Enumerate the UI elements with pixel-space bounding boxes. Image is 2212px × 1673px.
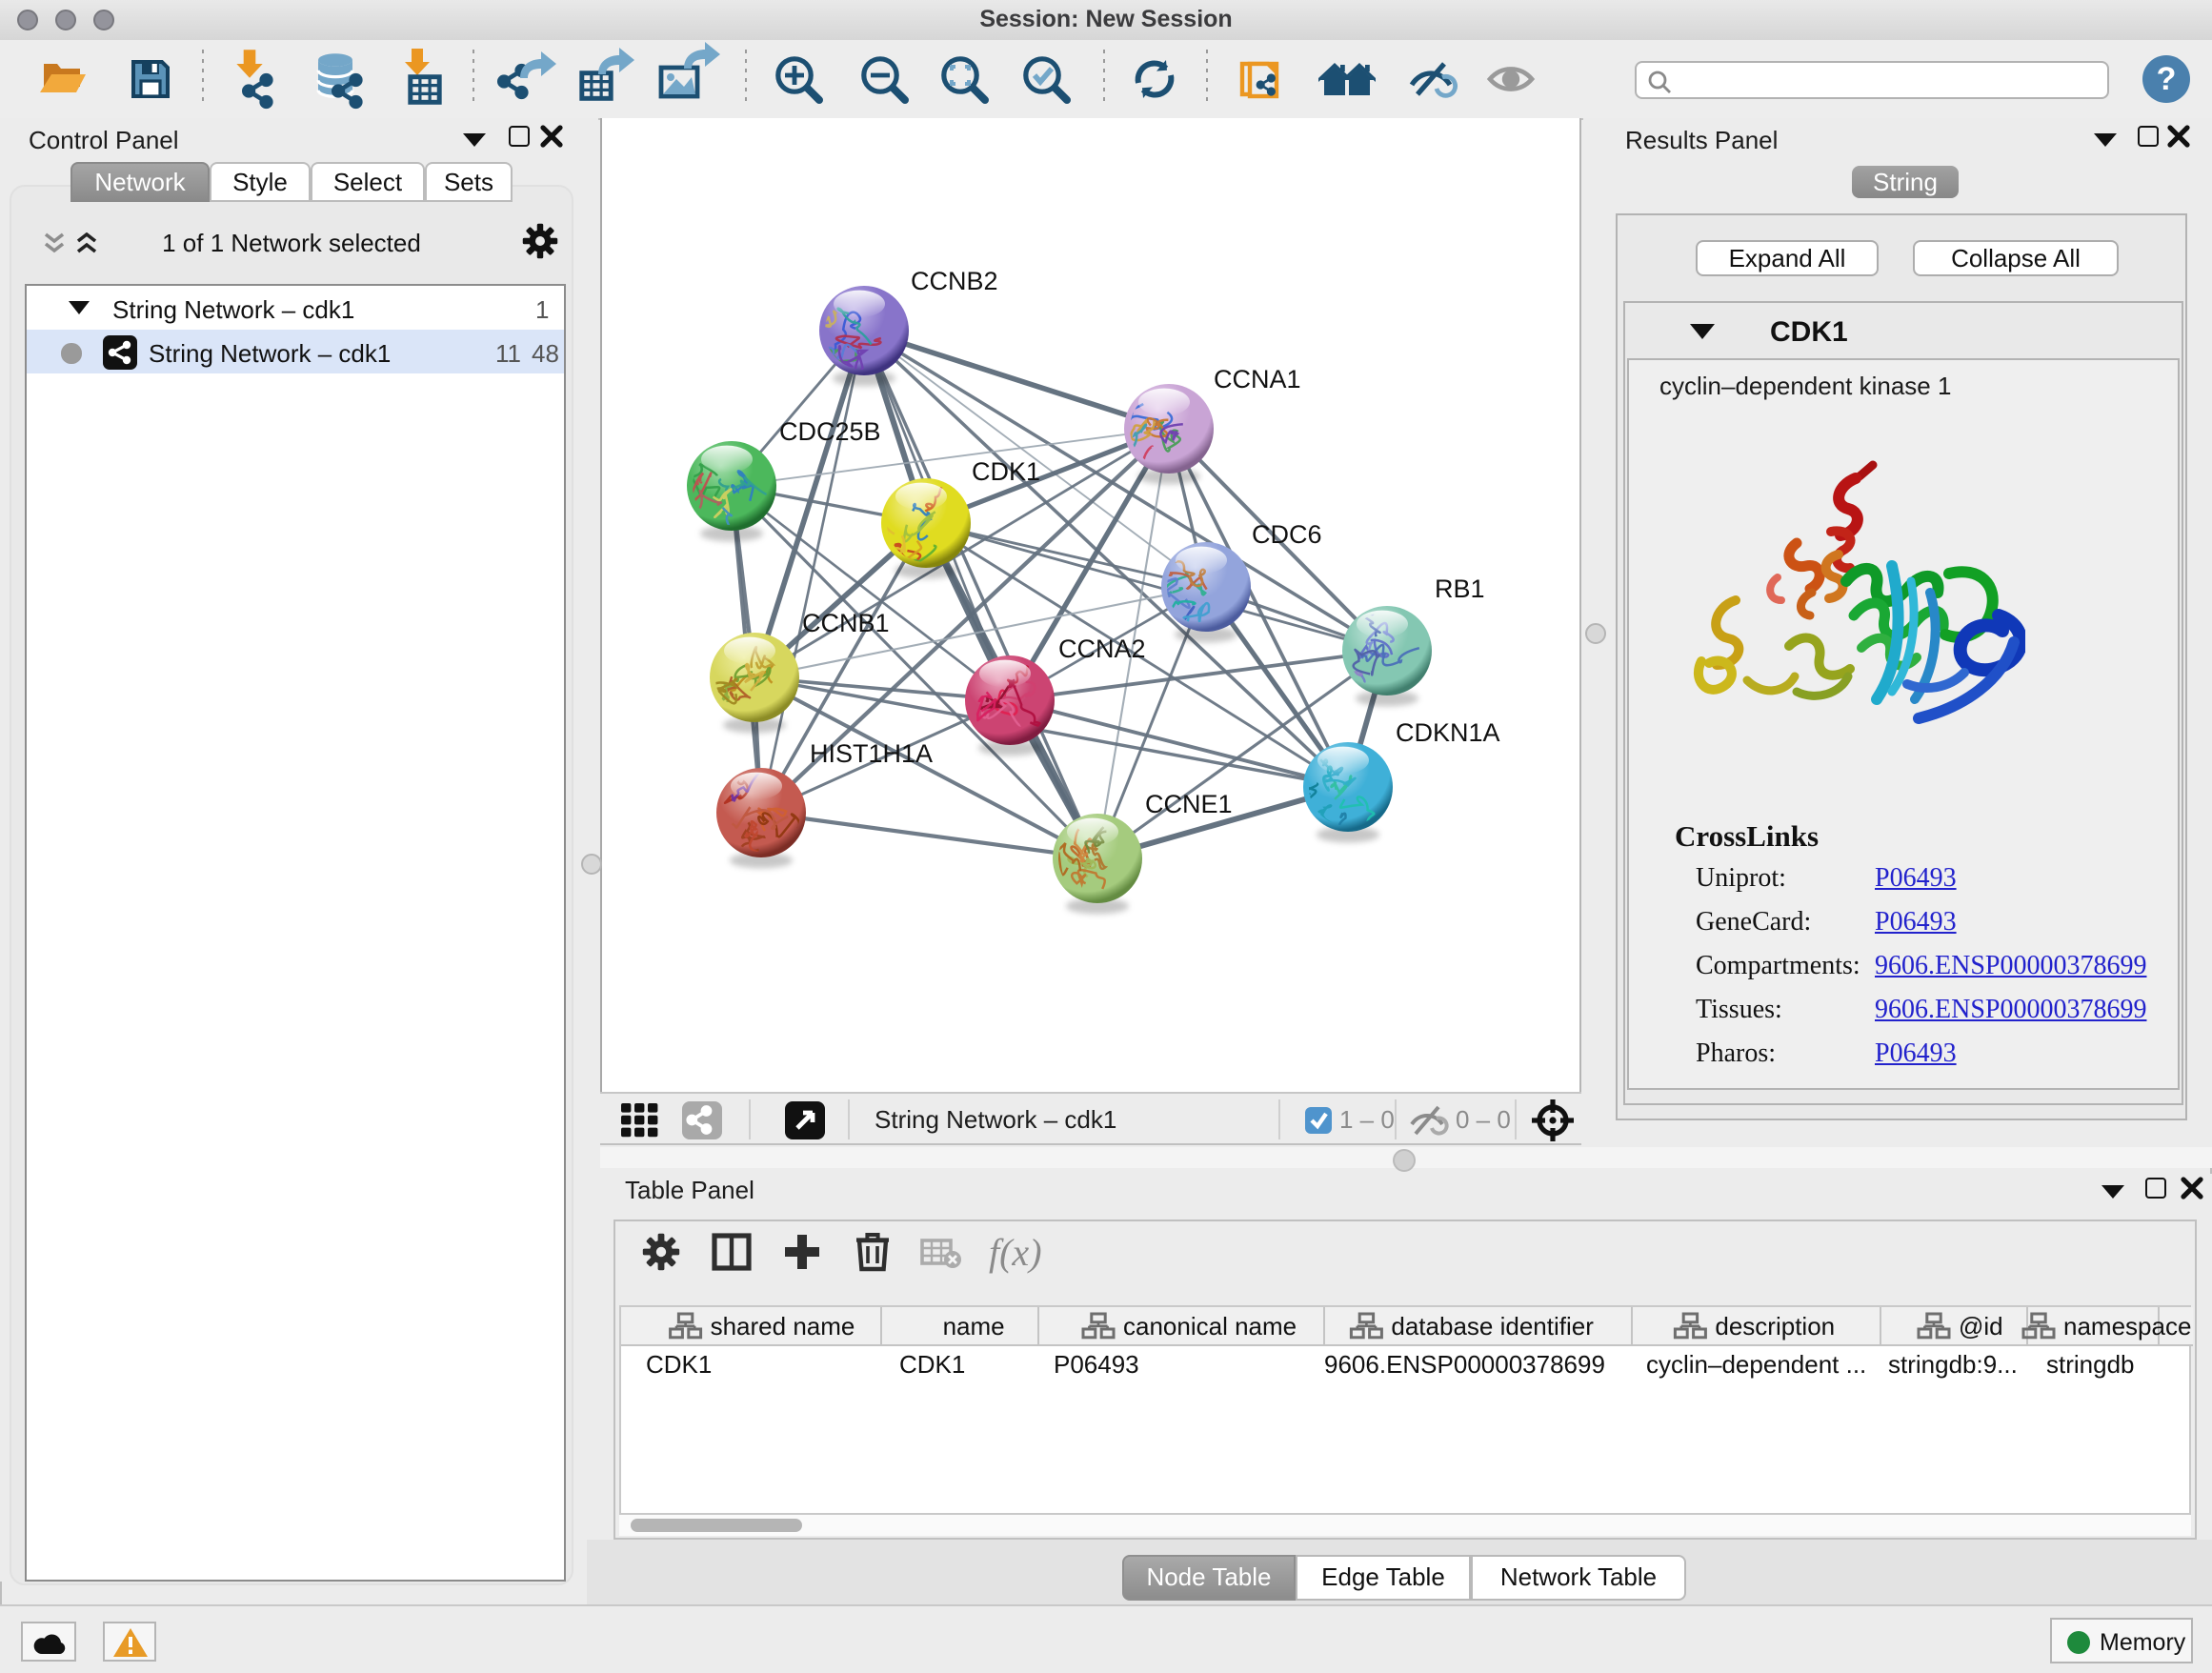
svg-text:CDK1: CDK1 [972, 457, 1040, 486]
svg-text:P06493: P06493 [1054, 1350, 1139, 1379]
svg-text:CCNA1: CCNA1 [1214, 365, 1301, 393]
svg-text:stringdb:9...: stringdb:9... [1888, 1350, 2018, 1379]
svg-text:CDKN1A: CDKN1A [1396, 718, 1500, 747]
svg-text:namespace: namespace [2063, 1312, 2191, 1340]
svg-text:name: name [943, 1312, 1005, 1340]
svg-text:@id: @id [1959, 1312, 2003, 1340]
svg-text:stringdb: stringdb [2046, 1350, 2135, 1379]
svg-text:9606.ENSP00000378699: 9606.ENSP00000378699 [1324, 1350, 1605, 1379]
svg-text:?: ? [2157, 61, 2177, 97]
svg-text:RB1: RB1 [1435, 574, 1485, 603]
svg-text:CDK1: CDK1 [899, 1350, 965, 1379]
svg-text:f(x): f(x) [989, 1231, 1042, 1274]
svg-text:CDK1: CDK1 [646, 1350, 712, 1379]
svg-text:CDC6: CDC6 [1252, 520, 1322, 549]
svg-text:database identifier: database identifier [1391, 1312, 1594, 1340]
svg-text:shared name: shared name [711, 1312, 855, 1340]
svg-text:CCNB1: CCNB1 [802, 609, 890, 637]
svg-text:CCNB2: CCNB2 [911, 267, 998, 295]
svg-text:CCNA2: CCNA2 [1058, 635, 1146, 663]
svg-text:cyclin–dependent ...: cyclin–dependent ... [1646, 1350, 1866, 1379]
svg-text:CCNE1: CCNE1 [1145, 790, 1233, 818]
svg-text:HIST1H1A: HIST1H1A [810, 739, 933, 768]
svg-text:description: description [1715, 1312, 1835, 1340]
svg-text:canonical name: canonical name [1123, 1312, 1297, 1340]
svg-text:CDC25B: CDC25B [779, 417, 881, 446]
